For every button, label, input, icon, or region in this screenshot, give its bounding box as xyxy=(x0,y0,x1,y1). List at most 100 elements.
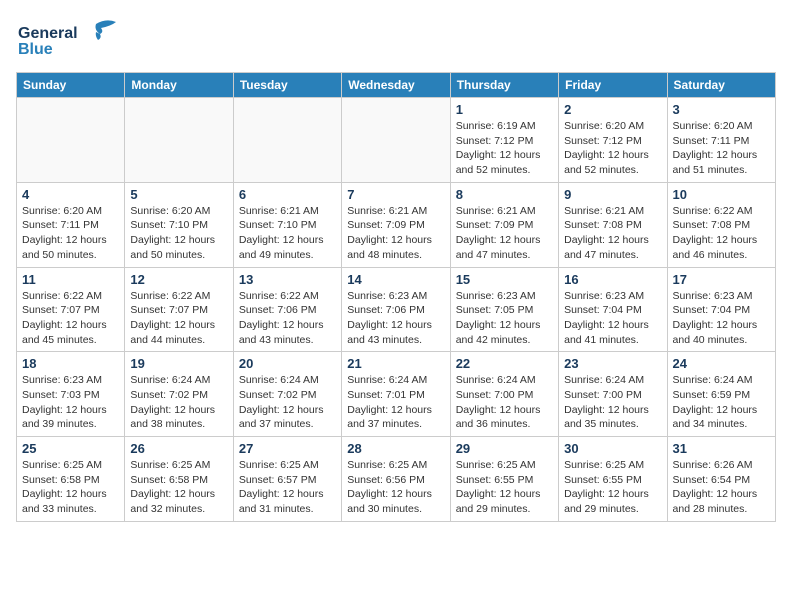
calendar-cell: 20 Sunrise: 6:24 AM Sunset: 7:02 PM Dayli… xyxy=(233,352,341,437)
calendar-cell: 14Sunrise: 6:23 AM Sunset: 7:06 PM Dayli… xyxy=(342,267,450,352)
calendar-cell: 17 Sunrise: 6:23 AM Sunset: 7:04 PM Dayli… xyxy=(667,267,775,352)
day-number: 27 xyxy=(239,441,336,456)
day-info: Sunrise: 6:24 AM Sunset: 7:02 PM Dayligh… xyxy=(239,373,336,432)
calendar-cell xyxy=(233,98,341,183)
calendar-cell xyxy=(125,98,233,183)
logo: General Blue xyxy=(16,16,126,60)
page-header: General Blue xyxy=(16,16,776,60)
calendar-cell: 10 Sunrise: 6:22 AM Sunset: 7:08 PM Dayli… xyxy=(667,182,775,267)
calendar-cell: 2 Sunrise: 6:20 AM Sunset: 7:12 PM Daylig… xyxy=(559,98,667,183)
day-info: Sunrise: 6:23 AM Sunset: 7:06 PM Dayligh… xyxy=(347,289,444,348)
day-info: Sunrise: 6:24 AM Sunset: 7:00 PM Dayligh… xyxy=(456,373,553,432)
day-info: Sunrise: 6:22 AM Sunset: 7:07 PM Dayligh… xyxy=(130,289,227,348)
calendar-cell: 21 Sunrise: 6:24 AM Sunset: 7:01 PM Dayli… xyxy=(342,352,450,437)
calendar-cell: 13 Sunrise: 6:22 AM Sunset: 7:06 PM Dayli… xyxy=(233,267,341,352)
day-number: 29 xyxy=(456,441,553,456)
day-number: 30 xyxy=(564,441,661,456)
weekday-header-wednesday: Wednesday xyxy=(342,73,450,98)
day-number: 10 xyxy=(673,187,770,202)
weekday-header-row: SundayMondayTuesdayWednesdayThursdayFrid… xyxy=(17,73,776,98)
day-number: 20 xyxy=(239,356,336,371)
day-info: Sunrise: 6:20 AM Sunset: 7:11 PM Dayligh… xyxy=(22,204,119,263)
calendar-cell: 9 Sunrise: 6:21 AM Sunset: 7:08 PM Daylig… xyxy=(559,182,667,267)
calendar-cell: 29 Sunrise: 6:25 AM Sunset: 6:55 PM Dayli… xyxy=(450,437,558,522)
day-info: Sunrise: 6:21 AM Sunset: 7:09 PM Dayligh… xyxy=(456,204,553,263)
day-number: 23 xyxy=(564,356,661,371)
day-number: 13 xyxy=(239,272,336,287)
logo-svg: General Blue xyxy=(16,16,126,60)
day-info: Sunrise: 6:21 AM Sunset: 7:09 PM Dayligh… xyxy=(347,204,444,263)
calendar-cell: 4 Sunrise: 6:20 AM Sunset: 7:11 PM Daylig… xyxy=(17,182,125,267)
calendar-cell: 1Sunrise: 6:19 AM Sunset: 7:12 PM Daylig… xyxy=(450,98,558,183)
calendar-cell: 19 Sunrise: 6:24 AM Sunset: 7:02 PM Dayli… xyxy=(125,352,233,437)
day-info: Sunrise: 6:25 AM Sunset: 6:55 PM Dayligh… xyxy=(456,458,553,517)
calendar-cell: 27 Sunrise: 6:25 AM Sunset: 6:57 PM Dayli… xyxy=(233,437,341,522)
day-info: Sunrise: 6:25 AM Sunset: 6:55 PM Dayligh… xyxy=(564,458,661,517)
calendar-cell: 11Sunrise: 6:22 AM Sunset: 7:07 PM Dayli… xyxy=(17,267,125,352)
day-info: Sunrise: 6:20 AM Sunset: 7:12 PM Dayligh… xyxy=(564,119,661,178)
calendar-cell: 7 Sunrise: 6:21 AM Sunset: 7:09 PM Daylig… xyxy=(342,182,450,267)
calendar-cell: 22Sunrise: 6:24 AM Sunset: 7:00 PM Dayli… xyxy=(450,352,558,437)
day-number: 3 xyxy=(673,102,770,117)
day-info: Sunrise: 6:23 AM Sunset: 7:03 PM Dayligh… xyxy=(22,373,119,432)
calendar-week-5: 25Sunrise: 6:25 AM Sunset: 6:58 PM Dayli… xyxy=(17,437,776,522)
day-info: Sunrise: 6:24 AM Sunset: 7:02 PM Dayligh… xyxy=(130,373,227,432)
weekday-header-monday: Monday xyxy=(125,73,233,98)
weekday-header-saturday: Saturday xyxy=(667,73,775,98)
day-number: 1 xyxy=(456,102,553,117)
day-info: Sunrise: 6:25 AM Sunset: 6:56 PM Dayligh… xyxy=(347,458,444,517)
day-number: 15 xyxy=(456,272,553,287)
day-info: Sunrise: 6:23 AM Sunset: 7:05 PM Dayligh… xyxy=(456,289,553,348)
weekday-header-tuesday: Tuesday xyxy=(233,73,341,98)
day-info: Sunrise: 6:22 AM Sunset: 7:08 PM Dayligh… xyxy=(673,204,770,263)
day-number: 2 xyxy=(564,102,661,117)
calendar-week-1: 1Sunrise: 6:19 AM Sunset: 7:12 PM Daylig… xyxy=(17,98,776,183)
day-number: 19 xyxy=(130,356,227,371)
day-info: Sunrise: 6:20 AM Sunset: 7:10 PM Dayligh… xyxy=(130,204,227,263)
day-info: Sunrise: 6:25 AM Sunset: 6:57 PM Dayligh… xyxy=(239,458,336,517)
calendar-cell: 30 Sunrise: 6:25 AM Sunset: 6:55 PM Dayli… xyxy=(559,437,667,522)
calendar-cell: 18 Sunrise: 6:23 AM Sunset: 7:03 PM Dayli… xyxy=(17,352,125,437)
calendar-week-2: 4 Sunrise: 6:20 AM Sunset: 7:11 PM Daylig… xyxy=(17,182,776,267)
weekday-header-friday: Friday xyxy=(559,73,667,98)
day-number: 12 xyxy=(130,272,227,287)
calendar-cell: 28 Sunrise: 6:25 AM Sunset: 6:56 PM Dayli… xyxy=(342,437,450,522)
day-info: Sunrise: 6:21 AM Sunset: 7:10 PM Dayligh… xyxy=(239,204,336,263)
calendar-week-4: 18 Sunrise: 6:23 AM Sunset: 7:03 PM Dayli… xyxy=(17,352,776,437)
calendar-cell: 12 Sunrise: 6:22 AM Sunset: 7:07 PM Dayli… xyxy=(125,267,233,352)
day-info: Sunrise: 6:22 AM Sunset: 7:06 PM Dayligh… xyxy=(239,289,336,348)
calendar-week-3: 11Sunrise: 6:22 AM Sunset: 7:07 PM Dayli… xyxy=(17,267,776,352)
day-info: Sunrise: 6:23 AM Sunset: 7:04 PM Dayligh… xyxy=(673,289,770,348)
calendar-cell: 16Sunrise: 6:23 AM Sunset: 7:04 PM Dayli… xyxy=(559,267,667,352)
day-number: 7 xyxy=(347,187,444,202)
day-number: 17 xyxy=(673,272,770,287)
calendar-cell: 3 Sunrise: 6:20 AM Sunset: 7:11 PM Daylig… xyxy=(667,98,775,183)
calendar-cell: 31Sunrise: 6:26 AM Sunset: 6:54 PM Dayli… xyxy=(667,437,775,522)
weekday-header-sunday: Sunday xyxy=(17,73,125,98)
day-number: 21 xyxy=(347,356,444,371)
day-info: Sunrise: 6:23 AM Sunset: 7:04 PM Dayligh… xyxy=(564,289,661,348)
day-info: Sunrise: 6:24 AM Sunset: 7:01 PM Dayligh… xyxy=(347,373,444,432)
calendar-cell: 6 Sunrise: 6:21 AM Sunset: 7:10 PM Daylig… xyxy=(233,182,341,267)
day-info: Sunrise: 6:25 AM Sunset: 6:58 PM Dayligh… xyxy=(130,458,227,517)
day-info: Sunrise: 6:24 AM Sunset: 7:00 PM Dayligh… xyxy=(564,373,661,432)
svg-text:General: General xyxy=(18,25,78,42)
day-number: 4 xyxy=(22,187,119,202)
calendar-cell: 5Sunrise: 6:20 AM Sunset: 7:10 PM Daylig… xyxy=(125,182,233,267)
calendar-table: SundayMondayTuesdayWednesdayThursdayFrid… xyxy=(16,72,776,522)
day-number: 18 xyxy=(22,356,119,371)
calendar-cell: 25Sunrise: 6:25 AM Sunset: 6:58 PM Dayli… xyxy=(17,437,125,522)
day-number: 8 xyxy=(456,187,553,202)
day-info: Sunrise: 6:22 AM Sunset: 7:07 PM Dayligh… xyxy=(22,289,119,348)
day-number: 6 xyxy=(239,187,336,202)
calendar-cell xyxy=(17,98,125,183)
day-number: 9 xyxy=(564,187,661,202)
day-number: 28 xyxy=(347,441,444,456)
calendar-cell: 24Sunrise: 6:24 AM Sunset: 6:59 PM Dayli… xyxy=(667,352,775,437)
calendar-cell: 23 Sunrise: 6:24 AM Sunset: 7:00 PM Dayli… xyxy=(559,352,667,437)
day-info: Sunrise: 6:24 AM Sunset: 6:59 PM Dayligh… xyxy=(673,373,770,432)
calendar-cell xyxy=(342,98,450,183)
day-info: Sunrise: 6:21 AM Sunset: 7:08 PM Dayligh… xyxy=(564,204,661,263)
day-info: Sunrise: 6:20 AM Sunset: 7:11 PM Dayligh… xyxy=(673,119,770,178)
calendar-cell: 26Sunrise: 6:25 AM Sunset: 6:58 PM Dayli… xyxy=(125,437,233,522)
